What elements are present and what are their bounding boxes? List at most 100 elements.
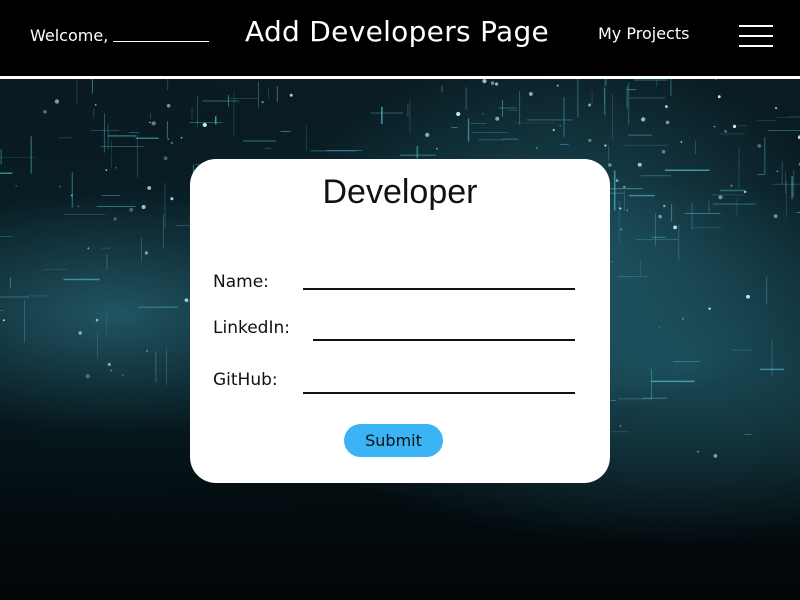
network-node [202,122,207,128]
network-node [680,140,683,143]
network-node [184,298,189,302]
network-node [743,190,747,194]
name-label: Name: [213,272,269,292]
header-divider [0,76,800,79]
network-node [436,148,438,150]
network-node [774,106,778,110]
network-node [552,128,555,132]
network-node [147,186,152,190]
my-projects-link[interactable]: My Projects [598,24,689,43]
network-node [107,362,111,367]
network-node [623,185,626,189]
welcome-message: Welcome, [30,26,210,45]
github-input[interactable] [303,370,575,394]
network-node [658,214,663,219]
network-node [718,195,723,200]
network-node [665,105,668,108]
network-node [85,374,90,379]
network-node [637,162,642,167]
network-node [495,116,500,121]
network-node [170,197,174,201]
network-node [776,170,779,173]
network-node [626,209,628,211]
network-node [528,92,533,96]
linkedin-label: LinkedIn: [213,318,290,338]
submit-button[interactable]: Submit [344,424,443,457]
network-node [170,141,174,145]
network-node [708,307,711,310]
network-node [87,247,90,250]
network-node [151,121,156,126]
network-node [15,185,18,187]
network-node [536,147,538,149]
network-node [113,217,117,221]
network-node [661,149,666,154]
network-node [732,124,737,129]
network-node [105,169,108,171]
network-node [144,251,149,255]
network-node [54,99,60,104]
network-node [146,350,148,352]
network-node [59,185,62,188]
network-node [556,84,559,87]
network-node [129,207,134,212]
form-title: Developer [322,173,478,211]
network-node [167,138,170,140]
network-node [94,104,97,106]
network-node [615,179,619,182]
network-node [456,111,461,117]
network-node [180,136,183,139]
network-node [663,204,666,208]
network-node [166,103,171,108]
network-node [490,81,495,85]
name-input[interactable] [303,266,575,290]
network-node [122,374,124,376]
network-node [773,214,778,219]
username-placeholder-line [113,41,210,42]
network-node [681,317,685,320]
network-node [665,120,670,125]
network-node [619,425,622,427]
network-node [495,82,499,86]
network-node [724,130,727,133]
network-node [482,113,484,115]
hamburger-menu-icon[interactable] [739,23,775,49]
network-node [2,319,5,322]
network-node [110,369,113,372]
network-node [658,326,660,328]
network-node [697,450,699,453]
network-node [163,156,168,161]
network-node [588,103,592,107]
github-label: GitHub: [213,370,278,390]
network-node [746,294,750,299]
network-node [757,143,762,148]
network-node [588,138,592,142]
top-navbar: Welcome, Add Developers Page My Projects [0,0,800,76]
network-node [70,194,73,197]
network-node [141,205,146,210]
page-title: Add Developers Page [245,15,550,48]
network-node [619,207,622,210]
network-node [115,166,117,169]
network-node [77,205,80,208]
network-node [673,225,677,230]
network-node [43,110,47,114]
network-node [608,163,612,167]
welcome-label: Welcome, [30,26,109,45]
network-node [641,117,646,122]
network-node [482,79,487,84]
network-node [713,125,716,128]
linkedin-input[interactable] [313,317,575,341]
network-node [95,318,99,322]
network-node [289,93,293,97]
network-node [78,331,82,335]
network-node [730,184,733,188]
developer-form-card: Developer Name: LinkedIn: GitHub: Submit [190,159,610,483]
network-node [149,121,151,124]
network-node [717,95,721,99]
network-node [604,144,607,147]
network-node [425,132,430,137]
network-node [261,101,264,104]
network-node [620,228,623,231]
network-node [713,454,718,458]
